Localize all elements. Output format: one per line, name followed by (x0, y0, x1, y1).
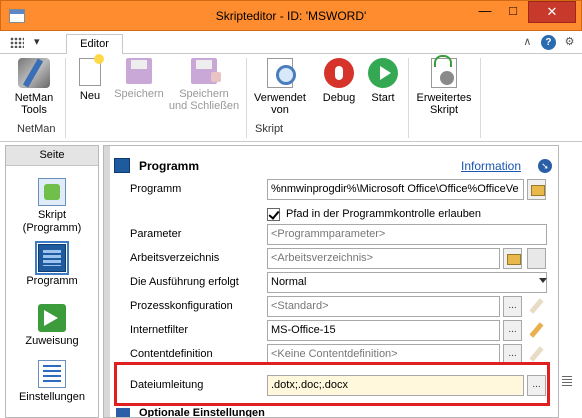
panel-stripe (104, 146, 110, 417)
magnifier-icon (267, 58, 296, 88)
group-label-netman: NetMan (17, 123, 56, 135)
chevron-down-icon (539, 278, 547, 283)
row-dateiumleitung: Dateiumleitung .dotx;.doc;.docx ... (114, 374, 554, 396)
gear-icon[interactable]: ⚙ (561, 34, 578, 51)
group-separator (246, 58, 247, 138)
row-ausfuehrung: Die Ausführung erfolgt Normal (114, 271, 554, 293)
main-panel: Programm Information ➘ Programm %nmwinpr… (103, 145, 559, 418)
save-and-close-button[interactable]: Speichern und Schließen (166, 58, 242, 112)
start-button[interactable]: Start (362, 58, 404, 104)
section-title: Programm (139, 159, 200, 173)
browse-workdir-button[interactable] (503, 248, 522, 269)
pfad-checkbox-label: Pfad in der Programmkontrolle erlauben (286, 208, 482, 220)
used-by-button[interactable]: Verwendet von (250, 58, 310, 116)
programm-field[interactable]: %nmwinprogdir%\Microsoft Office\Office%O… (267, 179, 524, 200)
ribbon-body: NetMan Tools NetMan Neu Speichern Speich… (0, 54, 582, 142)
settings-list-icon (38, 360, 66, 388)
group-separator (65, 58, 66, 138)
maximize-button[interactable]: □ (499, 1, 527, 23)
sidebar-item-programm[interactable]: Programm (6, 241, 98, 288)
browse-folder-button[interactable] (527, 179, 546, 200)
sidebar-item-einstellungen[interactable]: Einstellungen (6, 360, 98, 404)
internetfilter-field[interactable]: MS-Office-15 (267, 320, 500, 341)
program-section-icon (114, 158, 130, 173)
workdir-extra-button[interactable] (527, 248, 546, 269)
pencil-icon[interactable] (527, 322, 545, 340)
ribbon-tab-icons: ∧ ? ⚙ (517, 34, 578, 52)
row-arbeitsverzeichnis: Arbeitsverzeichnis <Arbeitsverzeichnis> (114, 247, 554, 269)
sidebar-item-label: Einstellungen (18, 391, 86, 403)
advanced-script-icon (431, 55, 457, 88)
group-separator (480, 58, 481, 138)
help-icon[interactable]: ? (540, 35, 556, 50)
sidebar-item-label: Skript (37, 209, 67, 221)
new-button[interactable]: Neu (72, 54, 108, 102)
advanced-script-button[interactable]: Erweitertes Skript (412, 55, 476, 116)
group-separator (408, 58, 409, 138)
contentdefinition-label: Contentdefinition (130, 348, 213, 360)
program-icon (35, 241, 69, 275)
title-bar: Skripteditor - ID: 'MSWORD' — □ ✕ (0, 0, 582, 31)
save-button[interactable]: Speichern (110, 58, 168, 100)
row-internetfilter: Internetfilter MS-Office-15 ... (114, 319, 554, 341)
minimize-button[interactable]: — (471, 1, 499, 23)
group-label-skript: Skript (255, 123, 284, 135)
row-programm: Programm %nmwinprogdir%\Microsoft Office… (114, 178, 554, 200)
sidebar-item-label: (Programm) (22, 222, 82, 234)
page-navigation-header: Seite (6, 146, 98, 166)
sidebar-item-label: Zuweisung (25, 335, 79, 347)
arbeitsverzeichnis-field[interactable]: <Arbeitsverzeichnis> (267, 248, 500, 269)
row-prozesskonfiguration: Prozesskonfiguration <Standard> ... (114, 295, 554, 317)
information-link[interactable]: Information (461, 159, 521, 173)
internetfilter-browse-button[interactable]: ... (503, 320, 522, 341)
ausfuehrung-select[interactable]: Normal (267, 272, 547, 293)
play-icon (368, 58, 398, 88)
netman-tools-button[interactable]: NetMan Tools (8, 58, 60, 116)
optional-section-title: Optionale Einstellungen (139, 407, 265, 418)
app-menu-button[interactable]: ▾ (10, 35, 54, 52)
section-header: Programm Information ➘ (114, 157, 554, 175)
sidebar-item-skript[interactable]: Skript (Programm) (6, 178, 98, 235)
prozesskonfiguration-label: Prozesskonfiguration (130, 300, 233, 312)
sidebar-item-label: Programm (26, 275, 78, 287)
row-parameter: Parameter <Programmparameter> (114, 223, 554, 245)
dateiumleitung-label: Dateiumleitung (130, 379, 204, 391)
sidebar-item-zuweisung[interactable]: Zuweisung (6, 304, 98, 348)
ausfuehrung-label: Die Ausführung erfolgt (130, 276, 239, 288)
debug-bug-icon (324, 58, 354, 88)
script-icon (38, 178, 66, 206)
app-grid-icon (10, 37, 24, 48)
dateiumleitung-field[interactable]: .dotx;.doc;.docx (267, 375, 524, 396)
assignment-arrow-icon (38, 304, 66, 332)
save-close-icon (191, 58, 221, 84)
new-document-icon (79, 54, 104, 86)
page-navigation: Seite Skript (Programm) Programm Zuweisu… (5, 145, 99, 418)
close-button[interactable]: ✕ (528, 1, 576, 23)
internetfilter-label: Internetfilter (130, 324, 189, 336)
tab-editor[interactable]: Editor (66, 34, 123, 55)
programm-label: Programm (130, 183, 182, 195)
parameter-label: Parameter (130, 228, 182, 240)
prozesskonfiguration-field[interactable]: <Standard> (267, 296, 500, 317)
resize-grip-icon[interactable] (562, 376, 572, 386)
parameter-field[interactable]: <Programmparameter> (267, 224, 547, 245)
dateiumleitung-browse-button[interactable]: ... (527, 375, 546, 396)
save-icon (126, 58, 152, 84)
prozesskonfiguration-browse-button[interactable]: ... (503, 296, 522, 317)
expand-section-icon[interactable]: ➘ (538, 159, 552, 173)
tools-icon (18, 58, 50, 88)
pencil-icon[interactable] (527, 298, 545, 316)
debug-button[interactable]: Debug (318, 58, 360, 104)
chevron-down-icon: ▾ (34, 36, 40, 48)
section-icon (116, 408, 130, 417)
collapse-ribbon-icon[interactable]: ∧ (519, 34, 536, 51)
ribbon-tab-row: ▾ Editor ∧ ? ⚙ (0, 31, 582, 55)
arbeitsverzeichnis-label: Arbeitsverzeichnis (130, 252, 220, 264)
pfad-checkbox[interactable] (267, 208, 280, 221)
